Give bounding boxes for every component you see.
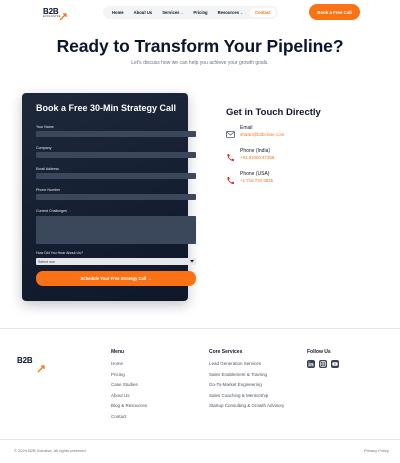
contact-phone-india-link[interactable]: +91 91000 47259 <box>240 155 274 160</box>
name-field[interactable] <box>36 131 196 137</box>
footer-service-sales-enablement[interactable]: Sales Enablement & Training <box>209 372 267 377</box>
nav-home[interactable]: Home <box>107 10 129 15</box>
contact-phone-usa-link[interactable]: +1 718 734 6825 <box>240 178 273 183</box>
nav-home-label: Home <box>112 10 124 15</box>
main-menu: Home About Us Services ⌄ Pricing Resource… <box>103 6 278 19</box>
page-subtitle: Let's discuss how we can help you achiev… <box>131 60 269 66</box>
contact-title: Get in Touch Directly <box>226 107 321 118</box>
contact-phone-usa-label: Phone (USA) <box>240 171 270 177</box>
footer-link-contact[interactable]: Contact <box>111 414 127 419</box>
top-nav: B2B EXCLUSIVE Home About Us Services ⌄ Pr… <box>0 4 400 21</box>
source-select[interactable]: Select one <box>36 258 196 265</box>
footer-logo-text: B2B <box>17 356 33 365</box>
mail-icon <box>226 126 235 138</box>
nav-about-label: About Us <box>133 10 153 15</box>
chevron-down-icon <box>190 259 194 264</box>
logo-mark-icon <box>37 360 45 373</box>
phone-label: Phone Number <box>36 188 61 192</box>
footer-logo[interactable]: B2B <box>17 350 45 373</box>
phone-field[interactable] <box>36 194 196 200</box>
footer-services-title: Core Services <box>209 349 243 355</box>
name-label: Your Name <box>36 125 54 129</box>
contact-email-link[interactable]: shawn@b2bclose.com <box>240 132 284 137</box>
strategy-call-form: Book a Free 30-Min Strategy Call Your Na… <box>22 93 196 301</box>
footer-link-about[interactable]: About Us <box>111 393 130 398</box>
instagram-icon[interactable] <box>319 360 327 368</box>
footer-link-pricing[interactable]: Pricing <box>111 372 125 377</box>
schedule-call-button[interactable]: Schedule Your Free Strategy Call → <box>36 271 196 286</box>
nav-about[interactable]: About Us <box>129 10 158 15</box>
phone-icon <box>226 149 235 161</box>
logo-sub: EXCLUSIVE <box>43 15 61 18</box>
footer-service-lead-gen[interactable]: Lead Generation Services <box>209 361 261 366</box>
nav-resources-label: Resources <box>217 10 240 15</box>
chevron-down-icon: ⌄ <box>240 10 243 15</box>
footer-menu-title: Menu <box>111 349 125 355</box>
youtube-icon[interactable] <box>331 360 339 368</box>
linkedin-icon[interactable] <box>307 360 315 368</box>
footer-link-home[interactable]: Home <box>111 361 123 366</box>
nav-contact-label: Contact <box>254 10 271 15</box>
company-field[interactable] <box>36 152 196 158</box>
nav-resources[interactable]: Resources ⌄ <box>213 10 248 15</box>
footer-divider <box>0 328 400 329</box>
company-label: Company <box>36 146 52 150</box>
phone-icon <box>226 172 235 184</box>
privacy-policy-link[interactable]: Privacy Policy <box>364 448 389 453</box>
footer-bottom-divider <box>0 439 400 440</box>
nav-contact[interactable]: Contact <box>249 8 276 17</box>
email-field[interactable] <box>36 173 196 179</box>
footer-follow-title: Follow Us <box>307 349 331 355</box>
source-select-value: Select one <box>38 259 55 264</box>
nav-services-label: Services <box>162 10 180 15</box>
footer-link-blog[interactable]: Blog & Resources <box>111 403 147 408</box>
nav-services[interactable]: Services ⌄ <box>157 10 188 15</box>
footer-service-coaching[interactable]: Sales Coaching & Mentorship <box>209 393 268 398</box>
challenges-textarea[interactable] <box>36 216 196 244</box>
copyright-text: © 2024 B2B Xclusive. All rights reserved… <box>14 448 87 453</box>
footer-link-case-studies[interactable]: Case Studies <box>111 382 138 387</box>
challenges-label: Current Challenges <box>36 209 67 213</box>
footer-service-startup[interactable]: Startup Consulting & Growth Advisory <box>209 403 284 408</box>
form-title: Book a Free 30-Min Strategy Call <box>36 103 177 113</box>
logo[interactable]: B2B EXCLUSIVE <box>43 7 68 21</box>
book-call-button[interactable]: Book a Free Call <box>309 4 360 20</box>
nav-pricing-label: Pricing <box>193 10 208 15</box>
chevron-down-icon: ⌄ <box>180 10 184 15</box>
page-title: Ready to Transform Your Pipeline? <box>56 36 344 56</box>
contact-phone-india-label: Phone (India) <box>240 148 271 154</box>
nav-pricing[interactable]: Pricing <box>188 10 212 15</box>
email-label: Email Address <box>36 167 59 171</box>
footer-service-gtm[interactable]: Go-To-Market Engineering <box>209 382 262 387</box>
source-label: How Did You Hear About Us? <box>36 251 83 255</box>
contact-email-label: Email <box>240 125 253 131</box>
